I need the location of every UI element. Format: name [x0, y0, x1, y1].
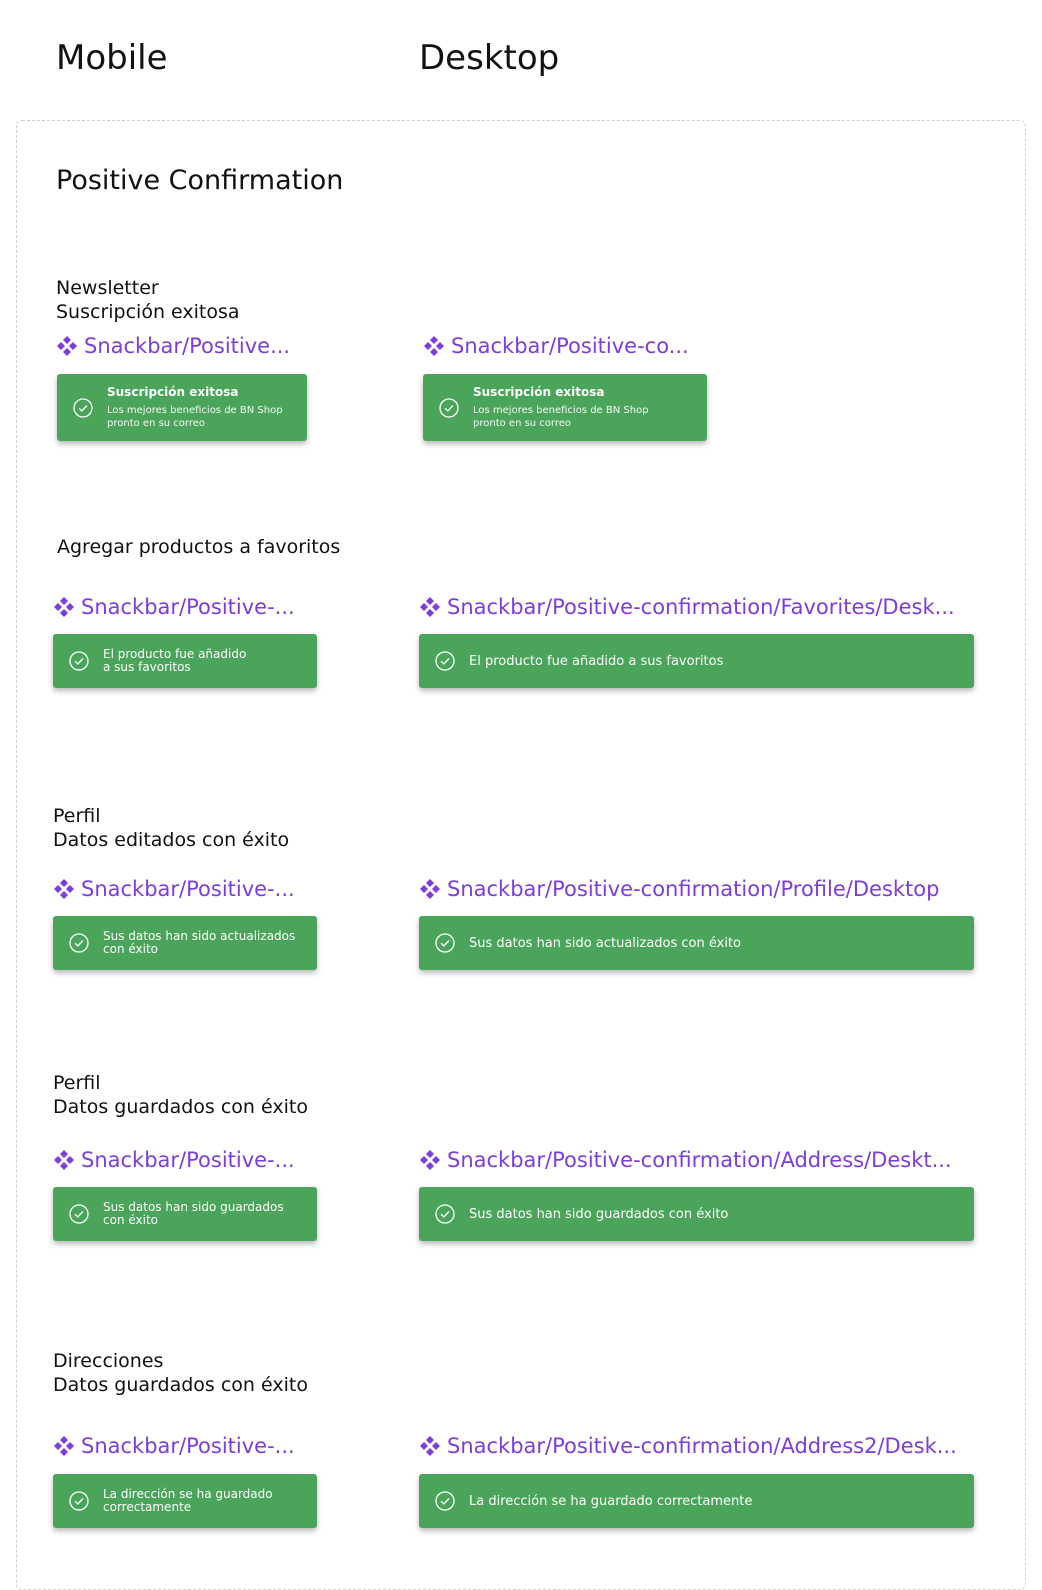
snackbar-message-line: con éxito — [103, 942, 159, 956]
snackbar-message-line: con éxito — [103, 1213, 159, 1227]
group-label-line: Perfil — [53, 1072, 101, 1094]
group-label-line: Agregar productos a favoritos — [57, 536, 341, 558]
group-label-favoritos: Agregar productos a favoritos — [57, 535, 340, 559]
group-label-line: Suscripción exitosa — [56, 301, 240, 323]
snackbar-message: Sus datos han sido guardados con éxito — [469, 1206, 729, 1222]
check-circle-icon — [435, 1204, 455, 1224]
snackbar-message: Sus datos han sido actualizados con éxit… — [469, 935, 742, 951]
group-label-perfil-guardados: Perfil Datos guardados con éxito — [53, 1071, 308, 1119]
snackbar-body-line: pronto en su correo — [473, 418, 572, 429]
group-label-line: Datos guardados con éxito — [53, 1096, 308, 1118]
snackbar-body-line: pronto en su correo — [107, 418, 206, 429]
snackbar-message: La dirección se ha guardado correctament… — [469, 1493, 753, 1509]
snackbar-message-line: correctamente — [103, 1500, 192, 1514]
snackbar-desktop-perfil-editados: Sus datos han sido actualizados con éxit… — [419, 916, 974, 970]
mobile-component-link[interactable]: Snackbar/Positive-... — [53, 1433, 295, 1459]
component-name: Snackbar/Positive-confirmation/Profile/D… — [447, 877, 940, 901]
snackbar-mobile-direcciones: La dirección se ha guardado correctament… — [53, 1474, 317, 1528]
snackbar-mobile-newsletter: Suscripción exitosa Los mejores benefici… — [57, 374, 307, 441]
component-name: Snackbar/Positive-... — [81, 595, 295, 619]
check-circle-icon — [73, 397, 93, 418]
component-instance-icon — [420, 879, 440, 899]
snackbar-desktop-perfil-guardados: Sus datos han sido guardados con éxito — [419, 1187, 974, 1241]
component-instance-icon — [420, 1150, 440, 1170]
check-circle-icon — [435, 1491, 455, 1511]
snackbar-desktop-favoritos: El producto fue añadido a sus favoritos — [419, 634, 974, 688]
section-title: Positive Confirmation — [56, 165, 344, 196]
check-circle-icon — [69, 1204, 89, 1224]
component-instance-icon — [420, 597, 440, 617]
desktop-component-link[interactable]: Snackbar/Positive-confirmation/Address2/… — [419, 1433, 957, 1459]
component-instance-icon — [57, 336, 77, 356]
desktop-component-link[interactable]: Snackbar/Positive-confirmation/Favorites… — [419, 594, 955, 620]
component-name: Snackbar/Positive-co... — [451, 334, 689, 358]
component-name: Snackbar/Positive... — [84, 334, 291, 358]
snackbar-body: Los mejores beneficios de BN Shop pronto… — [473, 404, 649, 430]
check-circle-icon — [69, 651, 89, 671]
component-instance-icon — [54, 597, 74, 617]
snackbar-body-line: Los mejores beneficios de BN Shop — [473, 405, 649, 416]
component-instance-icon — [54, 1436, 74, 1456]
group-label-line: Datos editados con éxito — [53, 829, 290, 851]
snackbar-title: Suscripción exitosa — [107, 385, 239, 399]
mobile-column-header: Mobile — [56, 38, 168, 78]
snackbar-message: El producto fue añadido a sus favoritos — [469, 653, 724, 669]
snackbar-mobile-favoritos: El producto fue añadido a sus favoritos — [53, 634, 317, 688]
component-name: Snackbar/Positive-confirmation/Favorites… — [447, 595, 955, 619]
group-label-line: Direcciones — [53, 1350, 164, 1372]
snackbar-mobile-perfil-editados: Sus datos han sido actualizados con éxit… — [53, 916, 317, 970]
mobile-component-link[interactable]: Snackbar/Positive-... — [53, 876, 295, 902]
snackbar-message-line: a sus favoritos — [103, 660, 191, 674]
check-circle-icon — [435, 651, 455, 671]
desktop-column-header: Desktop — [419, 38, 560, 78]
snackbar-body: Los mejores beneficios de BN Shop pronto… — [107, 404, 283, 430]
group-label-newsletter: Newsletter Suscripción exitosa — [56, 276, 240, 324]
mobile-component-link[interactable]: Snackbar/Positive-... — [53, 594, 295, 620]
component-instance-icon — [424, 336, 444, 356]
desktop-component-link[interactable]: Snackbar/Positive-confirmation/Profile/D… — [419, 876, 939, 902]
snackbar-mobile-perfil-guardados: Sus datos han sido guardados con éxito — [53, 1187, 317, 1241]
group-label-line: Perfil — [53, 805, 101, 827]
group-label-perfil-editados: Perfil Datos editados con éxito — [53, 804, 289, 852]
snackbar-body-line: Los mejores beneficios de BN Shop — [107, 405, 283, 416]
check-circle-icon — [435, 933, 455, 953]
mobile-component-link[interactable]: Snackbar/Positive-... — [53, 1147, 295, 1173]
desktop-component-link[interactable]: Snackbar/Positive-co... — [423, 333, 689, 359]
component-name: Snackbar/Positive-... — [81, 1148, 295, 1172]
component-instance-icon — [54, 1150, 74, 1170]
check-circle-icon — [69, 1491, 89, 1511]
check-circle-icon — [439, 397, 459, 418]
snackbar-desktop-newsletter: Suscripción exitosa Los mejores benefici… — [423, 374, 707, 441]
mobile-component-link[interactable]: Snackbar/Positive... — [56, 333, 290, 359]
component-name: Snackbar/Positive-... — [81, 1434, 295, 1458]
component-name: Snackbar/Positive-... — [81, 877, 295, 901]
component-instance-icon — [54, 879, 74, 899]
group-label-line: Newsletter — [56, 277, 159, 299]
snackbar-title: Suscripción exitosa — [473, 385, 605, 399]
component-instance-icon — [420, 1436, 440, 1456]
desktop-component-link[interactable]: Snackbar/Positive-confirmation/Address/D… — [419, 1147, 952, 1173]
component-name: Snackbar/Positive-confirmation/Address2/… — [447, 1434, 957, 1458]
snackbar-desktop-direcciones: La dirección se ha guardado correctament… — [419, 1474, 974, 1528]
component-name: Snackbar/Positive-confirmation/Address/D… — [447, 1148, 952, 1172]
check-circle-icon — [69, 933, 89, 953]
group-label-line: Datos guardados con éxito — [53, 1374, 308, 1396]
group-label-direcciones: Direcciones Datos guardados con éxito — [53, 1349, 308, 1397]
